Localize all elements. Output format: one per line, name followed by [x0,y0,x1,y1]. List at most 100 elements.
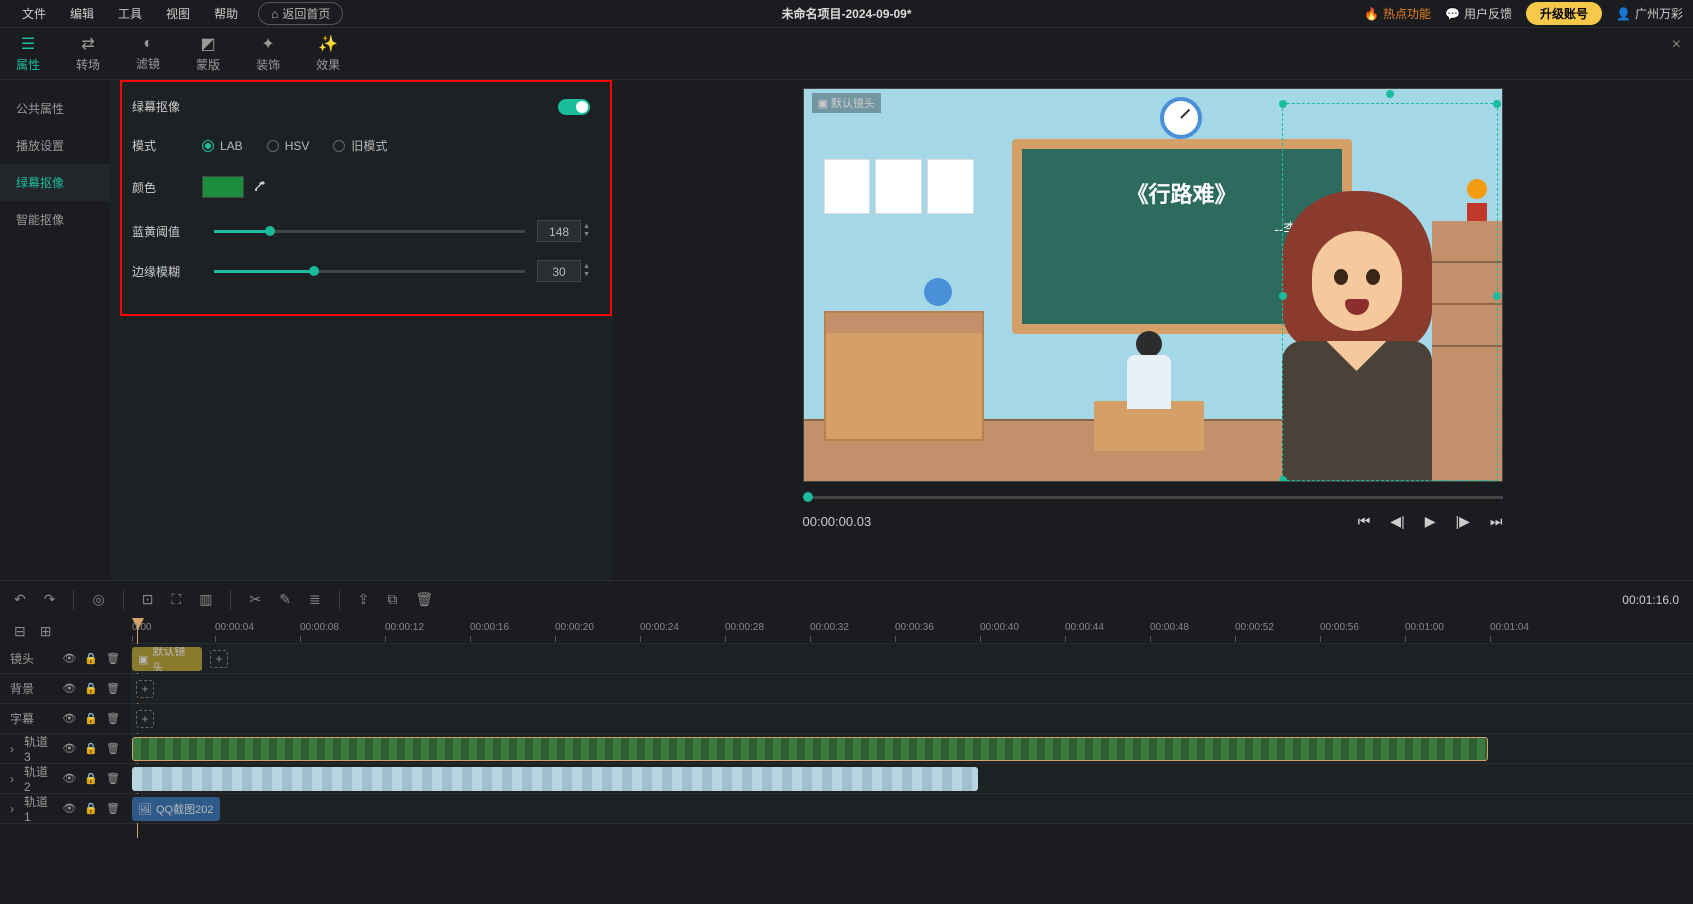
trash-icon[interactable]: 🗑 [106,742,120,755]
visibility-icon[interactable]: 👁 [62,652,76,665]
play-button[interactable]: ▶ [1425,513,1436,530]
mode-old-label: 旧模式 [351,137,387,154]
tab-transition[interactable]: ⇄ 转场 [68,30,108,77]
hot-feature-button[interactable]: 🔥 热点功能 [1364,5,1431,22]
user-icon: 👤 [1616,7,1631,21]
lock-icon[interactable]: 🔒 [84,802,98,815]
auto-track-button[interactable]: ⊟ [14,623,26,640]
locate-button[interactable]: ◎ [92,591,104,608]
radio-icon [267,140,279,152]
copy-button[interactable]: ⧉ [387,591,397,608]
playback-scrubber[interactable] [803,496,1503,499]
effect-icon: ✨ [318,34,338,54]
timeline-ruler-row: ⊟ ⊞ 0:00 00:00:04 00:00:08 00:00:12 00:0… [0,618,1693,644]
mode-old-radio[interactable]: 旧模式 [333,137,387,154]
edit-button[interactable]: ✎ [279,591,291,608]
menu-tools[interactable]: 工具 [106,5,154,22]
clip-qq-screenshot[interactable]: 🖼 QQ截图202 [132,797,220,821]
tab-transition-label: 转场 [76,56,100,73]
timeline-toolbar: ↶ ↷ ◎ ⊡ ⛶ ▥ ✂ ✎ ≣ ⇪ ⧉ 🗑 00:01:16.0 [0,580,1693,618]
crop2-button[interactable]: ⛶ [171,591,181,608]
mode-hsv-radio[interactable]: HSV [267,137,310,154]
trash-icon[interactable]: 🗑 [106,682,120,695]
menu-edit[interactable]: 编辑 [58,5,106,22]
expand-icon[interactable]: › [10,772,14,786]
undo-button[interactable]: ↶ [14,591,26,608]
menu-view[interactable]: 视图 [154,5,202,22]
lock-icon[interactable]: 🔒 [84,652,98,665]
step-back-button[interactable]: ◀| [1390,513,1404,530]
crop-button[interactable]: ⊡ [142,591,154,608]
eyedropper-icon[interactable] [252,180,266,194]
threshold-value[interactable]: 148 [537,220,581,242]
track3-label: 轨道3 [24,733,54,764]
redo-button[interactable]: ↷ [44,591,56,608]
blur-slider[interactable] [214,270,525,273]
skip-end-button[interactable]: ⏭ [1490,513,1503,530]
sidebar-common-props[interactable]: 公共属性 [0,90,110,127]
clip-video-track3[interactable] [132,737,1488,761]
trash-icon[interactable]: 🗑 [106,772,120,785]
visibility-icon[interactable]: 👁 [62,742,76,755]
tick: 00:00:32 [810,622,849,633]
track2-label: 轨道2 [24,763,54,794]
preview-canvas[interactable]: ▣ 默认镜头 《行路难》 --李白 [803,88,1503,482]
expand-icon[interactable]: › [10,742,14,756]
greenscreen-toggle[interactable] [558,99,590,115]
user-feedback-button[interactable]: 💬 用户反馈 [1445,5,1512,22]
add-track-button[interactable]: ⊞ [40,623,52,640]
add-clip-button[interactable]: + [136,710,154,728]
layers-button[interactable]: ≣ [309,591,321,608]
scene-charts [824,159,974,214]
lock-icon[interactable]: 🔒 [84,742,98,755]
trash-icon[interactable]: 🗑 [106,712,120,725]
skip-start-button[interactable]: ⏮ [1358,513,1371,530]
threshold-spinner[interactable]: ▲▼ [583,223,590,239]
menu-file[interactable]: 文件 [10,5,58,22]
trash-icon[interactable]: 🗑 [106,652,120,665]
add-clip-button[interactable]: + [210,650,228,668]
menu-help[interactable]: 帮助 [202,5,250,22]
lock-icon[interactable]: 🔒 [84,682,98,695]
close-panel-button[interactable]: × [1672,36,1681,54]
track-subtitle: 字幕 👁 🔒 🗑 + [0,704,1693,734]
mode-lab-radio[interactable]: LAB [202,137,243,154]
visibility-icon[interactable]: 👁 [62,772,76,785]
tab-decoration[interactable]: ✦ 装饰 [248,30,288,77]
sidebar-smart-cutout[interactable]: 智能抠像 [0,201,110,238]
clip-default-shot[interactable]: ▣ 默认镜头 [132,647,202,671]
cut-button[interactable]: ✂ [249,591,261,608]
visibility-icon[interactable]: 👁 [62,712,76,725]
delete-button[interactable]: 🗑 [415,591,433,608]
add-clip-button[interactable]: + [136,680,154,698]
threshold-slider[interactable] [214,230,525,233]
blur-value[interactable]: 30 [537,260,581,282]
trash-icon[interactable]: 🗑 [106,802,120,815]
sidebar-greenscreen[interactable]: 绿幕抠像 [0,164,110,201]
export-button[interactable]: ⇪ [358,591,370,608]
return-home-button[interactable]: ⌂ 返回首页 [258,2,343,25]
blur-spinner[interactable]: ▲▼ [583,263,590,279]
split-button[interactable]: ▥ [199,591,212,608]
scene-globe [924,278,952,306]
visibility-icon[interactable]: 👁 [62,682,76,695]
lock-icon[interactable]: 🔒 [84,712,98,725]
tab-mask[interactable]: ◩ 蒙版 [188,30,228,77]
lock-icon[interactable]: 🔒 [84,772,98,785]
step-forward-button[interactable]: |▶ [1455,513,1469,530]
upgrade-button[interactable]: 升级账号 [1526,2,1602,25]
selection-box[interactable] [1282,103,1498,481]
clip-scene-track2[interactable] [132,767,978,791]
visibility-icon[interactable]: 👁 [62,802,76,815]
tab-attributes[interactable]: ☰ 属性 [8,30,48,77]
sidebar-playback-settings[interactable]: 播放设置 [0,127,110,164]
color-swatch[interactable] [202,176,244,198]
tick: 00:00:40 [980,622,1019,633]
expand-icon[interactable]: › [10,802,14,816]
property-sidebar: 公共属性 播放设置 绿幕抠像 智能抠像 [0,80,110,580]
user-badge[interactable]: 👤 广州万彩 [1616,5,1683,22]
tab-effect[interactable]: ✨ 效果 [308,30,348,77]
timeline-ruler[interactable]: 0:00 00:00:04 00:00:08 00:00:12 00:00:16… [130,618,1693,644]
tab-effect-label: 效果 [316,56,340,73]
tab-filter[interactable]: ◐ 滤镜 [128,31,168,76]
